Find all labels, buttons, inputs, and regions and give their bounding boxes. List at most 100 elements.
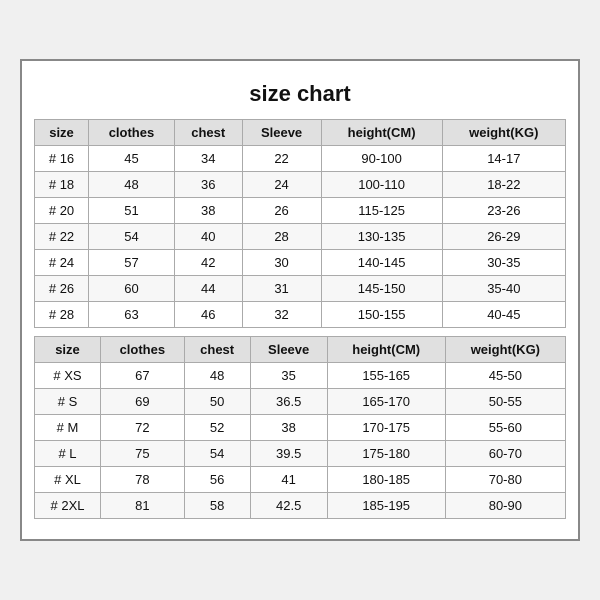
table-cell: 63 (89, 302, 175, 328)
table-cell: 38 (174, 198, 242, 224)
table-cell: 38 (250, 415, 327, 441)
table-cell: 46 (174, 302, 242, 328)
table-row: # 26604431145-15035-40 (35, 276, 566, 302)
table-cell: 45-50 (445, 363, 565, 389)
table-cell: 78 (100, 467, 184, 493)
table-row: # S695036.5165-17050-55 (35, 389, 566, 415)
table-cell: 75 (100, 441, 184, 467)
table-row: # 2XL815842.5185-19580-90 (35, 493, 566, 519)
column-header: height(CM) (327, 337, 445, 363)
table-cell: # XL (35, 467, 101, 493)
table-cell: 52 (184, 415, 250, 441)
table-cell: 50-55 (445, 389, 565, 415)
column-header: size (35, 337, 101, 363)
table-cell: 165-170 (327, 389, 445, 415)
table-cell: 31 (242, 276, 321, 302)
table-row: # L755439.5175-18060-70 (35, 441, 566, 467)
table-cell: 42 (174, 250, 242, 276)
chart-title: size chart (34, 73, 566, 119)
table-row: # 20513826115-12523-26 (35, 198, 566, 224)
table-cell: 57 (89, 250, 175, 276)
column-header: clothes (100, 337, 184, 363)
table-cell: 180-185 (327, 467, 445, 493)
table-row: # 18483624100-11018-22 (35, 172, 566, 198)
table-cell: # 16 (35, 146, 89, 172)
table-cell: 50 (184, 389, 250, 415)
table-cell: 145-150 (321, 276, 442, 302)
table-row: # 1645342290-10014-17 (35, 146, 566, 172)
table-cell: 60 (89, 276, 175, 302)
table-cell: 58 (184, 493, 250, 519)
table-row: # 24574230140-14530-35 (35, 250, 566, 276)
table-cell: 23-26 (442, 198, 565, 224)
table-cell: 48 (184, 363, 250, 389)
table-cell: # 28 (35, 302, 89, 328)
table-row: # XS674835155-16545-50 (35, 363, 566, 389)
table-cell: 81 (100, 493, 184, 519)
table-cell: 42.5 (250, 493, 327, 519)
table-cell: 185-195 (327, 493, 445, 519)
table-cell: 54 (184, 441, 250, 467)
table-cell: 18-22 (442, 172, 565, 198)
table-cell: 72 (100, 415, 184, 441)
column-header: size (35, 120, 89, 146)
table-cell: # 22 (35, 224, 89, 250)
table-cell: # L (35, 441, 101, 467)
table-cell: 60-70 (445, 441, 565, 467)
table-cell: 40 (174, 224, 242, 250)
table-cell: 70-80 (445, 467, 565, 493)
table-cell: 24 (242, 172, 321, 198)
table-cell: 28 (242, 224, 321, 250)
table-cell: 45 (89, 146, 175, 172)
table-cell: # S (35, 389, 101, 415)
table-cell: 100-110 (321, 172, 442, 198)
table-cell: # 26 (35, 276, 89, 302)
table-cell: 175-180 (327, 441, 445, 467)
table-cell: 54 (89, 224, 175, 250)
table-cell: 30 (242, 250, 321, 276)
column-header: weight(KG) (445, 337, 565, 363)
table-cell: 39.5 (250, 441, 327, 467)
column-header: Sleeve (250, 337, 327, 363)
table-cell: 56 (184, 467, 250, 493)
table-cell: 67 (100, 363, 184, 389)
table-cell: # 24 (35, 250, 89, 276)
table-cell: # 2XL (35, 493, 101, 519)
table-row: # M725238170-17555-60 (35, 415, 566, 441)
column-header: chest (174, 120, 242, 146)
table-cell: 35-40 (442, 276, 565, 302)
table-cell: 48 (89, 172, 175, 198)
table-cell: 44 (174, 276, 242, 302)
table-cell: 170-175 (327, 415, 445, 441)
table-cell: 155-165 (327, 363, 445, 389)
column-header: Sleeve (242, 120, 321, 146)
column-header: weight(KG) (442, 120, 565, 146)
table-cell: 150-155 (321, 302, 442, 328)
table-cell: 69 (100, 389, 184, 415)
table-cell: 14-17 (442, 146, 565, 172)
size-table-2: sizeclotheschestSleeveheight(CM)weight(K… (34, 336, 566, 519)
table-cell: 41 (250, 467, 327, 493)
table-row: # XL785641180-18570-80 (35, 467, 566, 493)
table-cell: 30-35 (442, 250, 565, 276)
table-cell: 22 (242, 146, 321, 172)
table-cell: 32 (242, 302, 321, 328)
table-cell: 80-90 (445, 493, 565, 519)
table-cell: 90-100 (321, 146, 442, 172)
table-cell: 36 (174, 172, 242, 198)
table-cell: # XS (35, 363, 101, 389)
table-cell: 55-60 (445, 415, 565, 441)
table-cell: 26 (242, 198, 321, 224)
table-cell: 40-45 (442, 302, 565, 328)
table-cell: 34 (174, 146, 242, 172)
table-cell: # 20 (35, 198, 89, 224)
table-cell: # M (35, 415, 101, 441)
table-cell: 130-135 (321, 224, 442, 250)
table-cell: 140-145 (321, 250, 442, 276)
table-row: # 28634632150-15540-45 (35, 302, 566, 328)
table-cell: 51 (89, 198, 175, 224)
table-cell: 115-125 (321, 198, 442, 224)
size-chart: size chart sizeclotheschestSleeveheight(… (20, 59, 580, 541)
table-cell: # 18 (35, 172, 89, 198)
table-cell: 36.5 (250, 389, 327, 415)
